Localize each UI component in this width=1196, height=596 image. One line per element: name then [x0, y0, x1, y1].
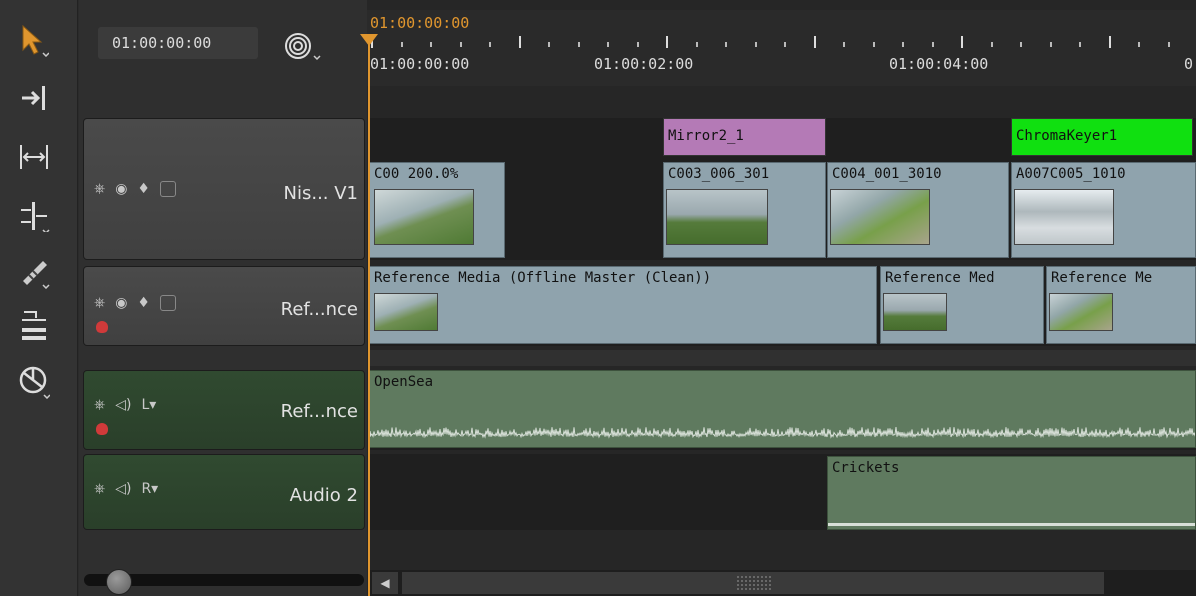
eye-icon[interactable]: ◉ [115, 181, 127, 197]
audio-clip[interactable]: OpenSea [369, 370, 1196, 448]
video-clip[interactable]: C003_006_301 [663, 162, 826, 258]
video-clip[interactable]: Reference Me [1046, 266, 1196, 344]
ruler-tick [1079, 42, 1081, 47]
ruler-tick [696, 42, 698, 47]
razor-icon[interactable] [14, 252, 54, 292]
video-clip[interactable]: Reference Med [880, 266, 1044, 344]
snap-icon[interactable] [282, 30, 326, 62]
zoom-slider-handle[interactable] [106, 569, 132, 595]
track-name[interactable]: Ref...nce [281, 299, 358, 320]
track-select-icon[interactable] [14, 78, 54, 118]
ruler-tick [460, 42, 462, 47]
channel-selector[interactable]: R▾ [141, 481, 158, 497]
select-arrow-icon[interactable] [14, 20, 54, 60]
locked-badge-icon [96, 423, 108, 435]
ruler-tick [725, 42, 727, 47]
lock-icon[interactable]: ⎈ [94, 295, 105, 311]
playhead-timecode: 01:00:00:00 [370, 14, 470, 32]
ruler-tick [548, 42, 550, 47]
track-header-ref-video[interactable]: ⎈ ◉ ♦ Ref...nce [83, 266, 365, 346]
audio-waveform [828, 523, 1195, 526]
speaker-icon[interactable]: ◁) [115, 397, 131, 413]
ruler-tick [1109, 36, 1111, 48]
slip-icon[interactable] [14, 137, 54, 177]
scroll-left-icon[interactable]: ◀ [372, 572, 398, 594]
ruler-tick [1050, 42, 1052, 47]
ruler-tick [1168, 42, 1170, 47]
clip-thumbnail [374, 189, 474, 245]
ruler-label: 0 [1184, 55, 1194, 73]
eye-icon[interactable]: ◉ [115, 295, 127, 311]
clip-thumbnail [883, 293, 947, 331]
ruler-label: 01:00:02:00 [594, 55, 694, 73]
track-header-v1[interactable]: ⎈ ◉ ♦ Nis... V1 [83, 118, 365, 260]
locked-badge-icon [96, 321, 108, 333]
track-header-ref-audio[interactable]: ⎈ ◁) L▾ Ref...nce [83, 370, 365, 450]
ruler-tick [489, 42, 491, 47]
video-clip[interactable]: A007C005_1010 [1011, 162, 1196, 258]
effect-clip[interactable]: ChromaKeyer1 [1011, 118, 1193, 156]
blend-icon[interactable] [159, 295, 176, 311]
scrollbar-thumb[interactable] [402, 572, 1104, 594]
tool-strip [0, 0, 78, 596]
timecode-field[interactable]: 01:00:00:00 [98, 27, 258, 59]
ruler-tick [873, 42, 875, 47]
audio-waveform [370, 427, 1195, 439]
track-name[interactable]: Ref...nce [281, 401, 358, 422]
video-clip[interactable]: C004_001_3010 [827, 162, 1009, 258]
blend-icon[interactable] [159, 181, 176, 197]
lock-icon[interactable]: ⎈ [94, 481, 105, 497]
playhead-line[interactable] [368, 36, 370, 596]
speaker-icon[interactable]: ◁) [115, 481, 131, 497]
clip-thumbnail [374, 293, 438, 331]
ripple-icon[interactable] [14, 306, 54, 346]
clip-thumbnail [1049, 293, 1113, 331]
effect-clip[interactable]: Mirror2_1 [663, 118, 826, 156]
ruler-tick [991, 42, 993, 47]
layers-icon[interactable]: ♦ [137, 181, 150, 197]
grip-icon [736, 575, 772, 591]
layers-icon[interactable]: ♦ [137, 295, 150, 311]
ruler-tick [755, 42, 757, 47]
lock-icon[interactable]: ⎈ [94, 181, 105, 197]
lock-icon[interactable]: ⎈ [94, 397, 105, 413]
retime-icon[interactable] [14, 362, 54, 402]
ruler-tick [578, 42, 580, 47]
ruler-tick [961, 36, 963, 48]
video-clip[interactable]: C00 200.0% [369, 162, 505, 258]
ruler-tick [519, 36, 521, 48]
track-name[interactable]: Audio 2 [290, 485, 358, 506]
ruler-tick [430, 42, 432, 47]
clip-thumbnail [666, 189, 768, 245]
ruler-tick [637, 42, 639, 47]
audio-clip[interactable]: Crickets [827, 456, 1196, 530]
ruler-tick [814, 36, 816, 48]
slide-icon[interactable] [14, 196, 54, 236]
ruler-tick [666, 36, 668, 48]
ruler-tick [843, 42, 845, 47]
video-clip[interactable]: Reference Media (Offline Master (Clean)) [369, 266, 877, 344]
time-ruler[interactable] [367, 10, 1196, 86]
ruler-tick [932, 42, 934, 47]
playhead-handle[interactable] [360, 34, 378, 46]
ruler-tick [607, 42, 609, 47]
track-header-audio-2[interactable]: ⎈ ◁) R▾ Audio 2 [83, 454, 365, 530]
ruler-tick [401, 42, 403, 47]
ruler-label: 01:00:04:00 [889, 55, 989, 73]
ruler-tick [1138, 42, 1140, 47]
clip-thumbnail [1014, 189, 1114, 245]
channel-selector[interactable]: L▾ [141, 397, 156, 413]
video-audio-separator [369, 350, 1196, 366]
track-name[interactable]: Nis... V1 [284, 183, 359, 204]
ruler-tick [1020, 42, 1022, 47]
clip-thumbnail [830, 189, 930, 245]
ruler-tick [902, 42, 904, 47]
ruler-label: 01:00:00:00 [370, 55, 470, 73]
ruler-tick [784, 42, 786, 47]
